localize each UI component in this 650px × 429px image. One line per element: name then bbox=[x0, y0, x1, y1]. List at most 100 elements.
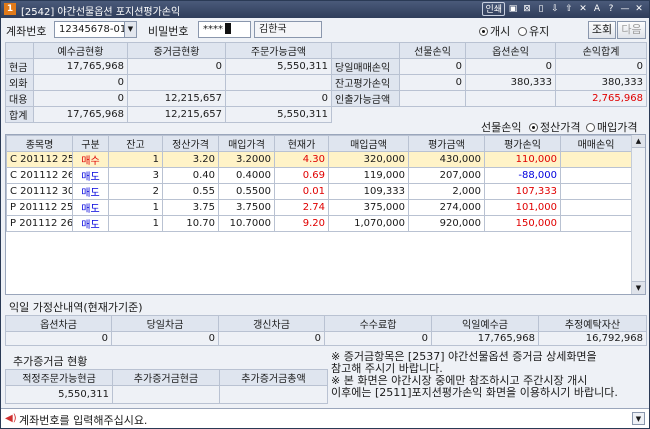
password-field[interactable]: **** bbox=[198, 21, 251, 38]
radio-open[interactable]: 개시 bbox=[479, 23, 510, 39]
radio-settle-price[interactable]: 정산가격 bbox=[529, 119, 580, 135]
extra-margin-value-row: 5,550,311 bbox=[5, 385, 328, 404]
pnl-row-label: 인출가능금액 bbox=[331, 90, 400, 107]
extra-margin-header: 추가증거금현금 bbox=[112, 369, 220, 386]
table-row[interactable]: C 201112 25 매수 1 3.20 3.2000 4.30 320,00… bbox=[6, 151, 632, 168]
position-name: C 201112 25 bbox=[6, 151, 73, 168]
position-buy: 3.2000 bbox=[218, 151, 275, 168]
table-row[interactable]: P 201112 26 매도 1 10.70 10.7000 9.20 1,07… bbox=[6, 215, 632, 232]
radio-keep[interactable]: 유지 bbox=[518, 23, 549, 39]
col-header-trade-pnl[interactable]: 매매손익 bbox=[560, 135, 632, 152]
col-header-buyamt[interactable]: 매입금액 bbox=[328, 135, 409, 152]
window-number-badge: 1 bbox=[4, 3, 16, 15]
tools-icon[interactable]: ✕ bbox=[577, 2, 589, 16]
extra-margin-table: 적정주문가능현금 추가증거금현금 추가증거금총액 5,550,311 bbox=[5, 369, 328, 404]
pnl-cell: 0 bbox=[555, 58, 647, 75]
summary-row-label: 합계 bbox=[5, 106, 34, 123]
position-buy: 0.5500 bbox=[218, 183, 275, 200]
text-cursor-icon bbox=[225, 23, 231, 34]
position-qty: 2 bbox=[108, 183, 163, 200]
scroll-down-icon[interactable]: ▼ bbox=[632, 281, 645, 294]
help-icon[interactable]: ? bbox=[605, 2, 617, 16]
nextday-value: 0 bbox=[218, 331, 325, 346]
radio-off-icon bbox=[586, 123, 595, 132]
col-header-current[interactable]: 현재가 bbox=[274, 135, 329, 152]
position-pnl: 101,000 bbox=[484, 199, 561, 216]
radio-settle-label: 정산가격 bbox=[540, 121, 581, 134]
account-number-combo[interactable]: 12345678-01 ▼ bbox=[54, 21, 137, 38]
title-toolbar: 인쇄 ▣ ⊠ ▯ ⇩ ⇧ ✕ A ? — ✕ bbox=[482, 2, 645, 16]
col-header-name[interactable]: 종목명 bbox=[6, 135, 73, 152]
price-option-label: 선물손익 bbox=[481, 121, 522, 134]
position-pnl: 107,333 bbox=[484, 183, 561, 200]
col-header-evalamt[interactable]: 평가금액 bbox=[408, 135, 485, 152]
position-buy: 0.4000 bbox=[218, 167, 275, 184]
table-row[interactable]: C 201112 26 매도 3 0.40 0.4000 0.69 119,00… bbox=[6, 167, 632, 184]
notice-line: 이후에는 [2511]포지션평가손익 화면을 이용하시기 바랍니다. bbox=[331, 386, 618, 399]
scroll-up-icon[interactable]: ▲ bbox=[632, 135, 645, 148]
pnl-cell: 380,333 bbox=[555, 74, 647, 91]
position-qty: 1 bbox=[108, 215, 163, 232]
pnl-row: 당일매매손익 0 0 0 bbox=[331, 58, 647, 75]
nextday-header: 추정예탁자산 bbox=[538, 315, 647, 332]
owner-name-field: 김한국 bbox=[254, 21, 322, 38]
position-evalamt: 207,000 bbox=[408, 167, 485, 184]
main-window: 1 [2542] 야간선물옵션 포지션평가손익 인쇄 ▣ ⊠ ▯ ⇩ ⇧ ✕ A… bbox=[0, 0, 650, 429]
position-side: 매도 bbox=[72, 199, 109, 216]
nextday-value: 0 bbox=[324, 331, 432, 346]
positions-header-row: 종목명 구분 잔고 정산가격 매입가격 현재가 매입금액 평가금액 평가손익 매… bbox=[6, 135, 632, 152]
positions-grid[interactable]: 종목명 구분 잔고 정산가격 매입가격 현재가 매입금액 평가금액 평가손익 매… bbox=[5, 134, 646, 295]
grid-icon[interactable]: ⊠ bbox=[521, 2, 533, 16]
print-button[interactable]: 인쇄 bbox=[482, 2, 505, 16]
summary-row: 대용 0 12,215,657 0 bbox=[5, 90, 332, 107]
radio-on-icon bbox=[479, 27, 488, 36]
position-buy: 10.7000 bbox=[218, 215, 275, 232]
position-pnl: 110,000 bbox=[484, 151, 561, 168]
pin-icon[interactable]: ⇩ bbox=[549, 2, 561, 16]
pnl-row: 인출가능금액 2,765,968 bbox=[331, 90, 647, 107]
window-icon[interactable]: ▯ bbox=[535, 2, 547, 16]
chevron-down-icon[interactable]: ▼ bbox=[124, 22, 136, 37]
nextday-header: 옵션차금 bbox=[5, 315, 112, 332]
query-button[interactable]: 조회 bbox=[588, 21, 616, 39]
font-icon[interactable]: A bbox=[591, 2, 603, 16]
summary-row: 외화 0 bbox=[5, 74, 332, 91]
extra-margin-header: 추가증거금총액 bbox=[219, 369, 328, 386]
summary-header-deposit: 예수금현황 bbox=[33, 42, 128, 59]
minimize-icon[interactable]: — bbox=[619, 2, 631, 16]
title-bar: 1 [2542] 야간선물옵션 포지션평가손익 인쇄 ▣ ⊠ ▯ ⇩ ⇧ ✕ A… bbox=[1, 1, 649, 18]
position-name: P 201112 25 bbox=[6, 199, 73, 216]
col-header-pnl[interactable]: 평가손익 bbox=[484, 135, 561, 152]
col-header-qty[interactable]: 잔고 bbox=[108, 135, 163, 152]
table-row[interactable]: P 201112 25 매도 1 3.75 3.7500 2.74 375,00… bbox=[6, 199, 632, 216]
nextday-header: 수수료합 bbox=[324, 315, 432, 332]
pnl-header-total: 손익합계 bbox=[555, 42, 647, 59]
positions-scrollbar[interactable]: ▲ ▼ bbox=[631, 135, 645, 294]
summary-cell bbox=[127, 74, 226, 91]
table-row[interactable]: C 201112 30 매도 2 0.55 0.5500 0.01 109,33… bbox=[6, 183, 632, 200]
radio-buy-label: 매입가격 bbox=[597, 121, 638, 134]
summary-header-row: 예수금현황 증거금현황 주문가능금액 bbox=[5, 42, 332, 59]
col-header-buy[interactable]: 매입가격 bbox=[218, 135, 275, 152]
chevron-down-icon[interactable]: ▼ bbox=[632, 412, 645, 425]
position-evalamt: 430,000 bbox=[408, 151, 485, 168]
position-qty: 1 bbox=[108, 151, 163, 168]
link-icon[interactable]: ▣ bbox=[507, 2, 519, 16]
col-header-settle[interactable]: 정산가격 bbox=[162, 135, 219, 152]
position-buyamt: 1,070,000 bbox=[328, 215, 409, 232]
position-name: C 201112 30 bbox=[6, 183, 73, 200]
col-header-side[interactable]: 구분 bbox=[72, 135, 109, 152]
next-button[interactable]: 다음 bbox=[617, 21, 646, 39]
summary-row-label: 현금 bbox=[5, 58, 34, 75]
nextday-value: 16,792,968 bbox=[538, 331, 647, 346]
position-pnl: -88,000 bbox=[484, 167, 561, 184]
summary-cell: 0 bbox=[127, 58, 226, 75]
nextday-header: 익일예수금 bbox=[431, 315, 539, 332]
top-icon[interactable]: ⇧ bbox=[563, 2, 575, 16]
close-icon[interactable]: ✕ bbox=[633, 2, 645, 16]
position-name: P 201112 26 bbox=[6, 215, 73, 232]
radio-buy-price[interactable]: 매입가격 bbox=[586, 119, 637, 135]
nextday-header: 갱신차금 bbox=[218, 315, 325, 332]
summary-cell: 0 bbox=[33, 74, 128, 91]
position-qty: 1 bbox=[108, 199, 163, 216]
